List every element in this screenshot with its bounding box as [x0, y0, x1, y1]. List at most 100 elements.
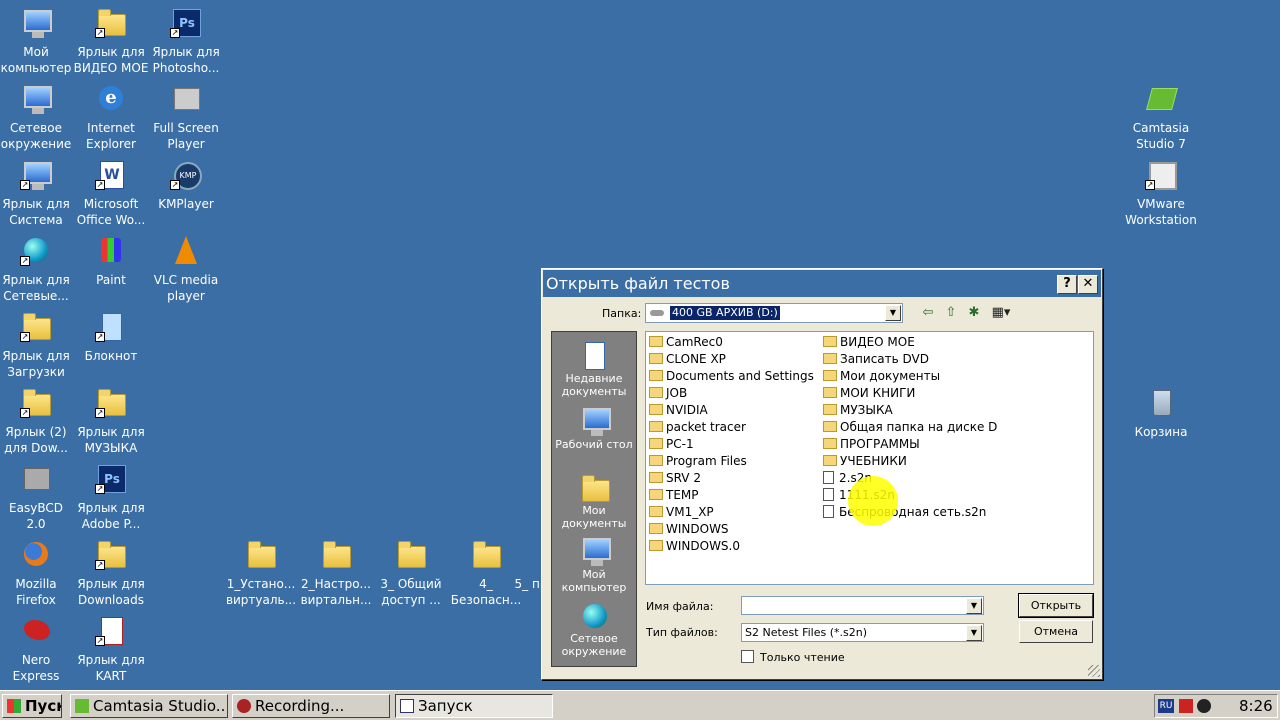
file-list-item[interactable]: VM1_XP [649, 504, 714, 521]
desktop-folder-1[interactable]: 1_Устано... виртуаль... [223, 536, 299, 608]
folder-select[interactable]: 400 GB АРХИВ (D:) ▼ [645, 303, 903, 323]
nero-icon [20, 614, 52, 646]
desktop-icon-photoshop-shortcut[interactable]: Ps ↗ Ярлык для Photosho... [148, 4, 224, 76]
file-list-item[interactable]: PC-1 [649, 436, 694, 453]
file-list-item[interactable]: packet tracer [649, 419, 746, 436]
language-indicator[interactable]: RU [1158, 699, 1174, 713]
checkbox-box[interactable] [741, 650, 754, 663]
desktop-icon-network-places-shortcut[interactable]: ↗ Ярлык для Сетевые... [0, 232, 74, 304]
taskbar-button-launch[interactable]: Запуск [395, 694, 553, 718]
desktop-icon-notepad[interactable]: ↗ Блокнот [73, 308, 149, 364]
filetype-select[interactable]: S2 Netest Files (*.s2n) ▼ [741, 623, 984, 642]
cancel-button[interactable]: Отмена [1019, 620, 1093, 643]
desktop-folder-3[interactable]: 3_ Общий доступ ... [373, 536, 449, 608]
file-list-item[interactable]: WINDOWS [649, 521, 729, 538]
desktop-icon-kart-shortcut[interactable]: ↗ Ярлык для KART [73, 612, 149, 684]
folder-icon [823, 455, 837, 466]
desktop-icon-kmplayer[interactable]: KMP ↗ KMPlayer [148, 156, 224, 212]
clock[interactable]: 8:26 [1239, 695, 1273, 717]
file-list-item[interactable]: NVIDIA [649, 402, 708, 419]
close-button[interactable]: ✕ [1078, 275, 1098, 294]
desktop-icon-adobe-shortcut[interactable]: Ps ↗ Ярлык для Adobe P... [73, 460, 149, 532]
start-button[interactable]: Пуск [2, 694, 62, 718]
open-button[interactable]: Открыть [1018, 593, 1094, 618]
file-list-item[interactable]: МОИ КНИГИ [823, 385, 915, 402]
desktop-icon-firefox[interactable]: Mozilla Firefox [0, 536, 74, 608]
file-list-item[interactable]: Общая папка на диске D [823, 419, 997, 436]
place-desktop[interactable]: Рабочий стол [552, 406, 636, 451]
folder-icon [649, 404, 663, 415]
new-folder-icon[interactable]: ✱ [965, 305, 983, 321]
desktop-icon-vlc[interactable]: VLC media player [148, 232, 224, 304]
windows-logo-icon [7, 699, 21, 713]
file-list[interactable]: CamRec0 CLONE XP Documents and Settings JOB… [645, 331, 1094, 585]
folder-icon: ↗ [95, 386, 127, 418]
desktop-icon-my-computer[interactable]: Мой компьютер [0, 4, 74, 76]
place-my-documents[interactable]: Мои документы [552, 472, 636, 530]
chevron-down-icon[interactable]: ▼ [966, 625, 982, 641]
view-menu-icon[interactable]: ▦▾ [988, 305, 1014, 321]
desktop-icon-downloads2-shortcut[interactable]: ↗ Ярлык (2) для Dow... [0, 384, 74, 456]
chevron-down-icon[interactable]: ▼ [966, 598, 982, 614]
desktop-icon-camtasia[interactable]: Camtasia Studio 7 [1123, 80, 1199, 152]
file-list-item[interactable]: JOB [649, 385, 687, 402]
desktop-icon-ie[interactable]: e Internet Explorer [73, 80, 149, 152]
desktop-icon-recycle-bin[interactable]: Корзина [1123, 384, 1199, 440]
file-list-item[interactable]: SRV 2 [649, 470, 701, 487]
folder-icon [649, 421, 663, 432]
file-list-item[interactable]: ВИДЕО МОЕ [823, 334, 915, 351]
help-button[interactable]: ? [1057, 275, 1077, 294]
file-list-item[interactable]: Записать DVD [823, 351, 929, 368]
window-icon [400, 699, 414, 713]
file-list-item[interactable]: TEMP [649, 487, 699, 504]
folder-icon [649, 506, 663, 517]
place-my-computer[interactable]: Мой компьютер [552, 536, 636, 594]
file-list-item[interactable]: ПРОГРАММЫ [823, 436, 920, 453]
desktop-folder-2[interactable]: 2_Настро... виртальн... [298, 536, 374, 608]
desktop-icon-network[interactable]: Сетевое окружение [0, 80, 74, 152]
desktop-icon-video-shortcut[interactable]: ↗ Ярлык для ВИДЕО МОЕ [73, 4, 149, 76]
folder-icon: ↗ [95, 6, 127, 38]
file-list-item[interactable]: Беспроводная сеть.s2n [823, 504, 986, 521]
chevron-down-icon[interactable]: ▼ [885, 305, 901, 321]
firefox-icon [20, 538, 52, 570]
resize-grip-icon[interactable] [1088, 665, 1100, 677]
desktop-icon-downloads-shortcut[interactable]: ↗ Ярлык для Загрузки [0, 308, 74, 380]
desktop-icon-easybcd[interactable]: EasyBCD 2.0 [0, 460, 74, 532]
desktop-icon-vmware[interactable]: ↗ VMware Workstation [1123, 156, 1199, 228]
desktop-icon-fullscreen-player[interactable]: Full Screen Player [148, 80, 224, 152]
file-list-item[interactable]: МУЗЫКА [823, 402, 893, 419]
up-folder-icon[interactable]: ⇧ [942, 305, 960, 321]
desktop-icon-word[interactable]: W ↗ Microsoft Office Wo... [73, 156, 149, 228]
readonly-checkbox[interactable]: Только чтение [741, 650, 845, 664]
file-list-item[interactable]: Мои документы [823, 368, 940, 385]
tray-app-icon[interactable] [1197, 699, 1211, 713]
taskbar-button-camtasia[interactable]: Camtasia Studio... [70, 694, 228, 718]
back-icon[interactable]: ⇦ [919, 305, 937, 321]
places-bar: Недавние документы Рабочий стол Мои доку… [551, 331, 637, 667]
taskbar-button-recording[interactable]: Recording... [232, 694, 390, 718]
desktop-icon-music-shortcut[interactable]: ↗ Ярлык для МУЗЫКА [73, 384, 149, 456]
file-list-item[interactable]: УЧЕБНИКИ [823, 453, 907, 470]
place-network[interactable]: Сетевое окружение [552, 600, 636, 658]
file-list-item[interactable]: CLONE XP [649, 351, 726, 368]
folder-icon [395, 538, 427, 570]
desktop-icon-nero[interactable]: Nero Express [0, 612, 74, 684]
file-list-item[interactable]: Documents and Settings [649, 368, 814, 385]
kaspersky-icon[interactable] [1179, 699, 1193, 713]
notepad-icon: ↗ [95, 310, 127, 342]
desktop-icon-system-shortcut[interactable]: ↗ Ярлык для Система [0, 156, 74, 228]
vlc-icon [170, 234, 202, 266]
camtasia-icon [1145, 82, 1178, 114]
file-icon [823, 505, 834, 518]
network-places-icon: ↗ [20, 234, 52, 266]
file-list-item[interactable]: Program Files [649, 453, 747, 470]
filename-input[interactable]: ▼ [741, 596, 984, 615]
desktop-icon-paint[interactable]: Paint [73, 232, 149, 288]
place-recent[interactable]: Недавние документы [552, 340, 636, 398]
file-list-item[interactable]: CamRec0 [649, 334, 723, 351]
dialog-titlebar[interactable]: Открыть файл тестов ? ✕ [543, 270, 1101, 297]
pdf-icon: ↗ [95, 614, 127, 646]
desktop-icon-downloads-en-shortcut[interactable]: ↗ Ярлык для Downloads [73, 536, 149, 608]
file-list-item[interactable]: WINDOWS.0 [649, 538, 740, 555]
